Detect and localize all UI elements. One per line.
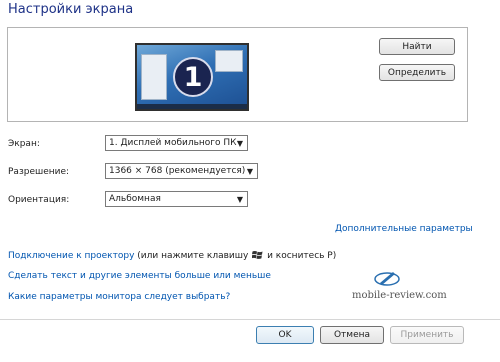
monitor-settings-help-link[interactable]: Какие параметры монитора следует выбрать… xyxy=(8,292,230,302)
chevron-down-icon: ▼ xyxy=(246,167,253,176)
ok-button[interactable]: OK xyxy=(256,326,314,344)
find-button[interactable]: Найти xyxy=(379,38,455,55)
monitor-window-thumbnail xyxy=(141,54,167,100)
resolution-select[interactable]: 1366 × 768 (рекомендуется) ▼ xyxy=(105,163,258,179)
orientation-label: Ориентация: xyxy=(8,195,70,205)
advanced-settings-link[interactable]: Дополнительные параметры xyxy=(335,224,473,234)
orientation-select-value: Альбомная xyxy=(109,194,161,204)
resolution-label: Разрешение: xyxy=(8,167,70,177)
screen-select[interactable]: 1. Дисплей мобильного ПК ▼ xyxy=(105,135,248,151)
resolution-select-value: 1366 × 768 (рекомендуется) xyxy=(109,166,246,176)
pen-logo-icon xyxy=(374,272,400,286)
monitor-window-thumbnail xyxy=(215,50,243,72)
monitor-preview-area: 1 Найти Определить xyxy=(7,27,468,122)
footer-divider xyxy=(0,319,500,320)
projector-link[interactable]: Подключение к проектору xyxy=(8,251,134,261)
page-title: Настройки экрана xyxy=(8,2,134,17)
cancel-button[interactable]: Отмена xyxy=(320,326,384,344)
watermark-text: mobile-review.com xyxy=(352,290,447,301)
orientation-select[interactable]: Альбомная ▼ xyxy=(105,191,248,207)
windows-logo-icon xyxy=(252,251,263,259)
monitor-number-badge: 1 xyxy=(173,57,213,97)
monitor-thumbnail[interactable]: 1 xyxy=(135,43,249,111)
identify-button[interactable]: Определить xyxy=(379,64,455,81)
projector-line: Подключение к проектору (или нажмите кла… xyxy=(8,250,336,261)
screen-select-value: 1. Дисплей мобильного ПК xyxy=(109,138,237,148)
projector-hint-pre: (или нажмите клавишу xyxy=(137,251,249,261)
text-size-link[interactable]: Сделать текст и другие элементы больше и… xyxy=(8,271,271,281)
chevron-down-icon: ▼ xyxy=(236,195,243,204)
screen-label: Экран: xyxy=(8,139,40,149)
projector-hint-post: и коснитесь P) xyxy=(267,251,337,261)
apply-button[interactable]: Применить xyxy=(390,326,464,344)
chevron-down-icon: ▼ xyxy=(236,139,243,148)
monitor-taskbar xyxy=(137,104,247,109)
